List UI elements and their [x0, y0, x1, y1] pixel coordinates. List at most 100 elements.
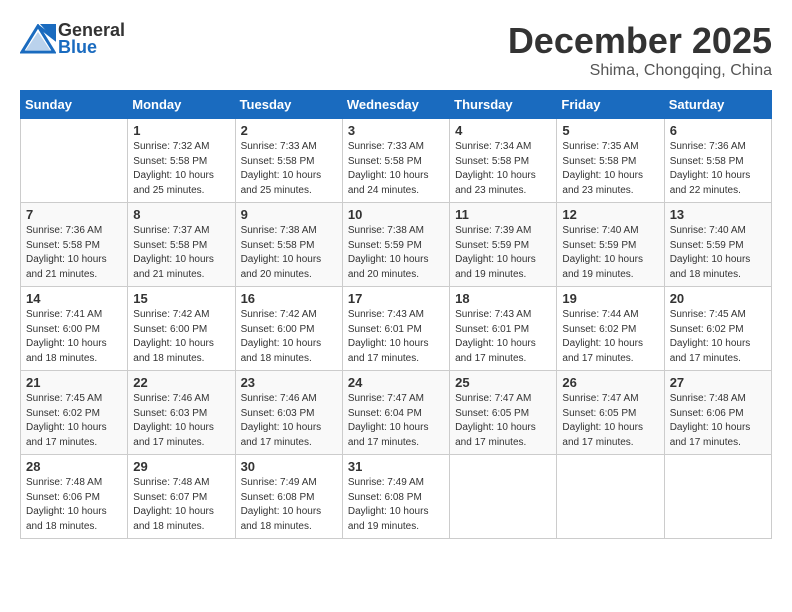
day-number: 16 — [241, 291, 337, 306]
day-info: Sunrise: 7:41 AM Sunset: 6:00 PM Dayligh… — [26, 308, 122, 366]
day-number: 17 — [348, 291, 444, 306]
calendar-cell: 4 Sunrise: 7:34 AM Sunset: 5:58 PM Daylig… — [450, 119, 557, 203]
day-number: 24 — [348, 375, 444, 390]
calendar-cell: 29 Sunrise: 7:48 AM Sunset: 6:07 PM Dayli… — [128, 455, 235, 539]
calendar-cell: 11Sunrise: 7:39 AM Sunset: 5:59 PM Dayli… — [450, 203, 557, 287]
day-info: Sunrise: 7:40 AM Sunset: 5:59 PM Dayligh… — [562, 224, 658, 282]
logo: General Blue — [20, 20, 125, 58]
calendar-cell: 23Sunrise: 7:46 AM Sunset: 6:03 PM Dayli… — [235, 371, 342, 455]
calendar-cell — [21, 119, 128, 203]
weekday-header-cell: Tuesday — [235, 91, 342, 119]
day-info: Sunrise: 7:45 AM Sunset: 6:02 PM Dayligh… — [26, 392, 122, 450]
calendar-week-row: 28Sunrise: 7:48 AM Sunset: 6:06 PM Dayli… — [21, 455, 772, 539]
calendar-cell: 8Sunrise: 7:37 AM Sunset: 5:58 PM Daylig… — [128, 203, 235, 287]
day-info: Sunrise: 7:43 AM Sunset: 6:01 PM Dayligh… — [455, 308, 551, 366]
day-number: 19 — [562, 291, 658, 306]
day-info: Sunrise: 7:33 AM Sunset: 5:58 PM Dayligh… — [348, 140, 444, 198]
day-info: Sunrise: 7:46 AM Sunset: 6:03 PM Dayligh… — [133, 392, 229, 450]
calendar-cell: 19 Sunrise: 7:44 AM Sunset: 6:02 PM Dayli… — [557, 287, 664, 371]
logo-blue-text: Blue — [58, 37, 125, 58]
calendar-body: 1 Sunrise: 7:32 AM Sunset: 5:58 PM Daylig… — [21, 119, 772, 539]
day-info: Sunrise: 7:47 AM Sunset: 6:05 PM Dayligh… — [562, 392, 658, 450]
weekday-header-cell: Friday — [557, 91, 664, 119]
day-number: 12 — [562, 207, 658, 222]
calendar-cell: 18 Sunrise: 7:43 AM Sunset: 6:01 PM Dayli… — [450, 287, 557, 371]
day-info: Sunrise: 7:43 AM Sunset: 6:01 PM Dayligh… — [348, 308, 444, 366]
day-info: Sunrise: 7:44 AM Sunset: 6:02 PM Dayligh… — [562, 308, 658, 366]
day-info: Sunrise: 7:49 AM Sunset: 6:08 PM Dayligh… — [348, 476, 444, 534]
day-info: Sunrise: 7:36 AM Sunset: 5:58 PM Dayligh… — [670, 140, 766, 198]
day-info: Sunrise: 7:48 AM Sunset: 6:07 PM Dayligh… — [133, 476, 229, 534]
day-number: 29 — [133, 459, 229, 474]
day-info: Sunrise: 7:46 AM Sunset: 6:03 PM Dayligh… — [241, 392, 337, 450]
calendar-cell: 9 Sunrise: 7:38 AM Sunset: 5:58 PM Daylig… — [235, 203, 342, 287]
calendar-cell: 15 Sunrise: 7:42 AM Sunset: 6:00 PM Dayli… — [128, 287, 235, 371]
calendar-week-row: 21 Sunrise: 7:45 AM Sunset: 6:02 PM Dayli… — [21, 371, 772, 455]
calendar-week-row: 1 Sunrise: 7:32 AM Sunset: 5:58 PM Daylig… — [21, 119, 772, 203]
day-info: Sunrise: 7:42 AM Sunset: 6:00 PM Dayligh… — [133, 308, 229, 366]
day-info: Sunrise: 7:47 AM Sunset: 6:05 PM Dayligh… — [455, 392, 551, 450]
day-number: 2 — [241, 123, 337, 138]
calendar-cell: 31Sunrise: 7:49 AM Sunset: 6:08 PM Dayli… — [342, 455, 449, 539]
day-number: 14 — [26, 291, 122, 306]
calendar-cell: 14 Sunrise: 7:41 AM Sunset: 6:00 PM Dayli… — [21, 287, 128, 371]
calendar-cell: 17 Sunrise: 7:43 AM Sunset: 6:01 PM Dayli… — [342, 287, 449, 371]
day-number: 6 — [670, 123, 766, 138]
day-info: Sunrise: 7:48 AM Sunset: 6:06 PM Dayligh… — [26, 476, 122, 534]
calendar-cell: 30 Sunrise: 7:49 AM Sunset: 6:08 PM Dayli… — [235, 455, 342, 539]
day-number: 1 — [133, 123, 229, 138]
day-number: 22 — [133, 375, 229, 390]
calendar-cell: 25 Sunrise: 7:47 AM Sunset: 6:05 PM Dayli… — [450, 371, 557, 455]
day-number: 11 — [455, 207, 551, 222]
day-number: 20 — [670, 291, 766, 306]
day-info: Sunrise: 7:35 AM Sunset: 5:58 PM Dayligh… — [562, 140, 658, 198]
calendar-cell: 13Sunrise: 7:40 AM Sunset: 5:59 PM Dayli… — [664, 203, 771, 287]
day-number: 26 — [562, 375, 658, 390]
weekday-header-row: SundayMondayTuesdayWednesdayThursdayFrid… — [21, 91, 772, 119]
calendar-week-row: 14 Sunrise: 7:41 AM Sunset: 6:00 PM Dayli… — [21, 287, 772, 371]
calendar-cell: 20Sunrise: 7:45 AM Sunset: 6:02 PM Dayli… — [664, 287, 771, 371]
day-number: 21 — [26, 375, 122, 390]
day-info: Sunrise: 7:49 AM Sunset: 6:08 PM Dayligh… — [241, 476, 337, 534]
calendar-cell — [450, 455, 557, 539]
day-number: 3 — [348, 123, 444, 138]
day-info: Sunrise: 7:32 AM Sunset: 5:58 PM Dayligh… — [133, 140, 229, 198]
day-number: 8 — [133, 207, 229, 222]
day-info: Sunrise: 7:38 AM Sunset: 5:59 PM Dayligh… — [348, 224, 444, 282]
weekday-header-cell: Wednesday — [342, 91, 449, 119]
calendar-cell: 27 Sunrise: 7:48 AM Sunset: 6:06 PM Dayli… — [664, 371, 771, 455]
location-title: Shima, Chongqing, China — [508, 62, 772, 80]
day-info: Sunrise: 7:48 AM Sunset: 6:06 PM Dayligh… — [670, 392, 766, 450]
day-number: 7 — [26, 207, 122, 222]
day-number: 18 — [455, 291, 551, 306]
calendar-cell — [664, 455, 771, 539]
calendar-cell: 22 Sunrise: 7:46 AM Sunset: 6:03 PM Dayli… — [128, 371, 235, 455]
day-number: 30 — [241, 459, 337, 474]
day-info: Sunrise: 7:38 AM Sunset: 5:58 PM Dayligh… — [241, 224, 337, 282]
calendar-cell: 16Sunrise: 7:42 AM Sunset: 6:00 PM Dayli… — [235, 287, 342, 371]
day-number: 13 — [670, 207, 766, 222]
day-info: Sunrise: 7:34 AM Sunset: 5:58 PM Dayligh… — [455, 140, 551, 198]
calendar-week-row: 7Sunrise: 7:36 AM Sunset: 5:58 PM Daylig… — [21, 203, 772, 287]
calendar-cell: 6 Sunrise: 7:36 AM Sunset: 5:58 PM Daylig… — [664, 119, 771, 203]
weekday-header-cell: Sunday — [21, 91, 128, 119]
calendar-cell: 28Sunrise: 7:48 AM Sunset: 6:06 PM Dayli… — [21, 455, 128, 539]
calendar-cell: 5 Sunrise: 7:35 AM Sunset: 5:58 PM Daylig… — [557, 119, 664, 203]
weekday-header-cell: Monday — [128, 91, 235, 119]
title-area: December 2025 Shima, Chongqing, China — [508, 20, 772, 80]
calendar-cell: 2Sunrise: 7:33 AM Sunset: 5:58 PM Daylig… — [235, 119, 342, 203]
header: General Blue December 2025 Shima, Chongq… — [20, 20, 772, 80]
weekday-header-cell: Saturday — [664, 91, 771, 119]
calendar-cell: 12 Sunrise: 7:40 AM Sunset: 5:59 PM Dayli… — [557, 203, 664, 287]
day-number: 9 — [241, 207, 337, 222]
day-number: 4 — [455, 123, 551, 138]
day-number: 15 — [133, 291, 229, 306]
calendar-cell: 3 Sunrise: 7:33 AM Sunset: 5:58 PM Daylig… — [342, 119, 449, 203]
day-number: 25 — [455, 375, 551, 390]
day-number: 27 — [670, 375, 766, 390]
calendar-cell — [557, 455, 664, 539]
calendar-cell: 24Sunrise: 7:47 AM Sunset: 6:04 PM Dayli… — [342, 371, 449, 455]
calendar-cell: 10Sunrise: 7:38 AM Sunset: 5:59 PM Dayli… — [342, 203, 449, 287]
day-number: 5 — [562, 123, 658, 138]
weekday-header-cell: Thursday — [450, 91, 557, 119]
